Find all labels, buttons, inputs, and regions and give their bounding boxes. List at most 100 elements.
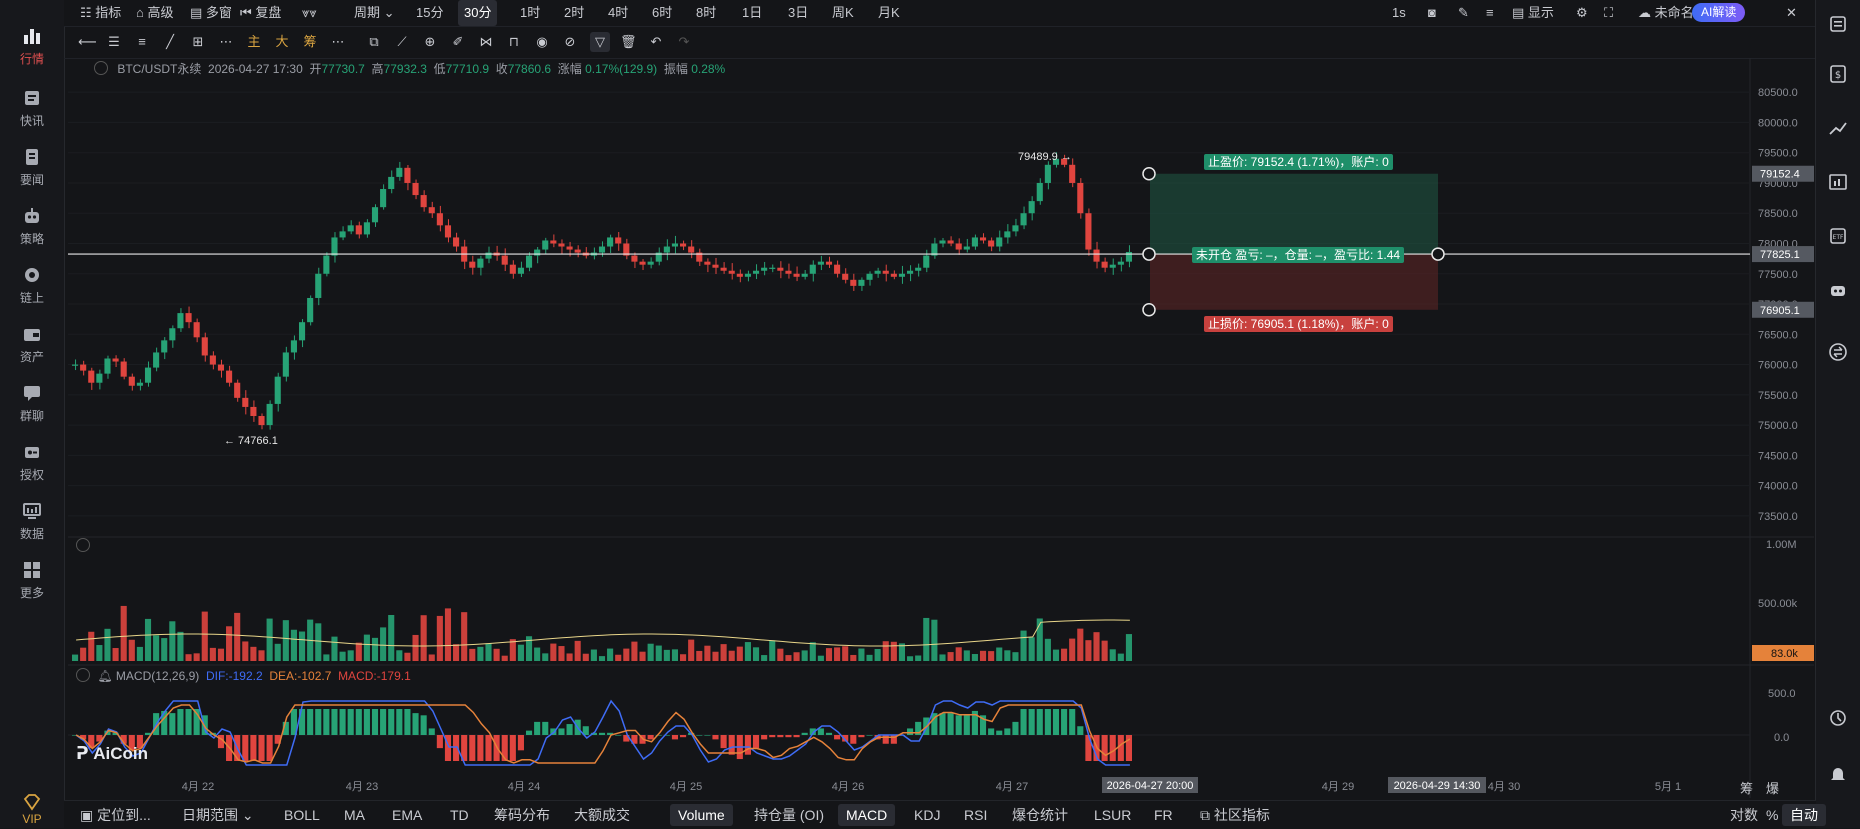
link-icon[interactable]: ⊘ [562,34,578,50]
fullscreen-icon[interactable]: ⛶ [1604,0,1613,26]
sub-liquidation[interactable]: 爆仓统计 [1012,801,1068,829]
interval-4h[interactable]: 4时 [608,0,628,26]
ruler-icon[interactable]: ⟋ [394,34,410,50]
chart-box-icon[interactable] [1828,172,1848,192]
interval-30m[interactable]: 30分 [458,0,498,26]
sub-kdj[interactable]: KDJ [914,801,940,829]
brush-icon[interactable]: ✐ [450,34,466,50]
pen-icon[interactable]: ✎ [1458,0,1469,26]
interval-6h[interactable]: 6时 [652,0,672,26]
horizontal-line-icon[interactable]: ⟵ [78,34,97,50]
nav-news[interactable]: 要闻 [0,137,64,199]
sub-volume[interactable]: Volume [670,804,733,826]
nav-assets[interactable]: 资产 [0,314,64,376]
nav-vip[interactable]: VIP [0,786,64,828]
sub-fr[interactable]: FR [1154,801,1173,829]
bell-icon[interactable] [1828,764,1848,784]
magnet-icon[interactable]: ⋈ [478,34,494,50]
redo-icon[interactable]: ↷ [676,34,692,50]
interval-15m[interactable]: 15分 [416,0,443,26]
interval-month[interactable]: 月K [878,0,900,26]
volume-collapse-icon[interactable] [76,538,90,555]
list-icon[interactable] [1828,14,1848,34]
sub-lsur[interactable]: LSUR [1094,801,1131,829]
replay-button[interactable]: ⏮ 复盘 [240,0,281,26]
liquidation-button[interactable]: 爆 [1766,778,1779,797]
sub-oi[interactable]: 持仓量 (OI) [754,801,824,829]
candle [323,255,330,274]
period-dropdown[interactable]: 周期 ⌄ [354,0,395,26]
price-chart[interactable]: 80500.0 80000.0 79500.0 79000.0 78500.0 78000… [0,0,1860,828]
exchange-icon[interactable] [1828,342,1848,362]
percent-toggle[interactable]: % [1766,801,1778,829]
more-tools-icon[interactable]: ⋯ [330,34,346,50]
parallel-lines-icon[interactable]: ≡ [134,34,150,50]
locate-button[interactable]: ▣ 定位到... [80,801,151,829]
position-label[interactable]: 未开仓 盈亏: –，仓量: –，盈亏比: 1.44 [1192,247,1405,263]
fib-icon[interactable]: ⊞ [190,34,206,50]
big-trade-toggle[interactable]: 大 [274,34,290,50]
indicator-button[interactable]: ☷ 指标 [80,0,121,26]
nav-auth[interactable]: 授权 [0,432,64,494]
indicator-ema[interactable]: EMA [392,801,422,829]
etf-icon[interactable]: ETF [1828,226,1848,246]
history-icon[interactable] [1828,708,1848,728]
volume-bar [793,652,800,661]
chips-button[interactable]: 筹 [1740,778,1753,797]
main-force-toggle[interactable]: 主 [246,34,262,50]
indicator-boll[interactable]: BOLL [284,801,320,829]
indicator-td[interactable]: TD [450,801,469,829]
multiwindow-button[interactable]: ▤ 多窗 [190,0,232,26]
nav-onchain[interactable]: 链上 [0,255,64,317]
nav-market[interactable]: 行情 [0,16,64,78]
trend-up-icon[interactable] [1828,118,1848,138]
menu-icon[interactable]: ☰ [106,34,122,50]
daterange-dropdown[interactable]: 日期范围 ⌄ [182,801,254,829]
camera-icon[interactable]: ◙ [1428,0,1436,26]
lock-icon[interactable]: ⊓ [506,34,522,50]
interval-3d[interactable]: 3日 [788,0,808,26]
advanced-button[interactable]: ⌂ 高级 [136,0,173,26]
refresh-rate[interactable]: 1s [1392,0,1406,26]
indicator-ma[interactable]: MA [344,801,365,829]
eye-icon[interactable]: ◉ [534,34,550,50]
collapse-icon[interactable] [94,61,108,75]
nav-more[interactable]: 更多 [0,550,64,612]
robot-icon[interactable] [1828,280,1848,300]
trash-icon[interactable]: 🗑 [620,34,637,50]
nav-flash[interactable]: 快讯 [0,78,64,140]
dollar-icon[interactable]: $ [1828,64,1848,84]
trend-line-icon[interactable]: ╱ [162,34,178,50]
interval-2h[interactable]: 2时 [564,0,584,26]
indicator-bigtrade[interactable]: 大额成交 [574,801,630,829]
log-toggle[interactable]: 对数 [1730,801,1758,829]
interval-1d[interactable]: 1日 [742,0,762,26]
interval-8h[interactable]: 8时 [696,0,716,26]
community-indicators[interactable]: ⧉ 社区指标 [1200,801,1270,829]
filter-icon[interactable]: ▽ [590,32,610,52]
close-icon[interactable]: ✕ [1786,0,1797,26]
sub-rsi[interactable]: RSI [964,801,987,829]
chart-type-button[interactable]: ⩔⩔ [302,0,317,26]
copy-icon[interactable]: ⧉ [366,34,382,50]
interval-1h[interactable]: 1时 [520,0,540,26]
take-profit-label[interactable]: 止盈价: 79152.4 (1.71%)，账户: 0 [1204,154,1393,170]
interval-week[interactable]: 周K [832,0,854,26]
bell-icon[interactable]: 🔔︎ [97,669,112,683]
nav-chat[interactable]: 群聊 [0,373,64,435]
zoom-in-icon[interactable]: ⊕ [422,34,438,50]
stop-loss-label[interactable]: 止损价: 76905.1 (1.18%)，账户: 0 [1204,316,1393,332]
nav-data[interactable]: 数据 [0,491,64,553]
chips-toggle[interactable]: 筹 [302,34,318,50]
collapse-icon[interactable] [76,668,90,682]
undo-icon[interactable]: ↶ [648,34,664,50]
indicator-chips[interactable]: 筹码分布 [494,801,550,829]
sub-macd[interactable]: MACD [838,804,896,826]
settings-gear-icon[interactable]: ⚙ [1576,0,1588,26]
nav-strategy[interactable]: 策略 [0,196,64,258]
more-tools-icon[interactable]: ⋯ [218,34,234,50]
display-button[interactable]: ▤ 显示 [1512,0,1554,26]
auto-toggle[interactable]: 自动 [1782,804,1826,826]
toolbar-toggle-icon[interactable]: ≡ [1486,0,1494,26]
ai-button[interactable]: AI解读 [1692,3,1746,22]
